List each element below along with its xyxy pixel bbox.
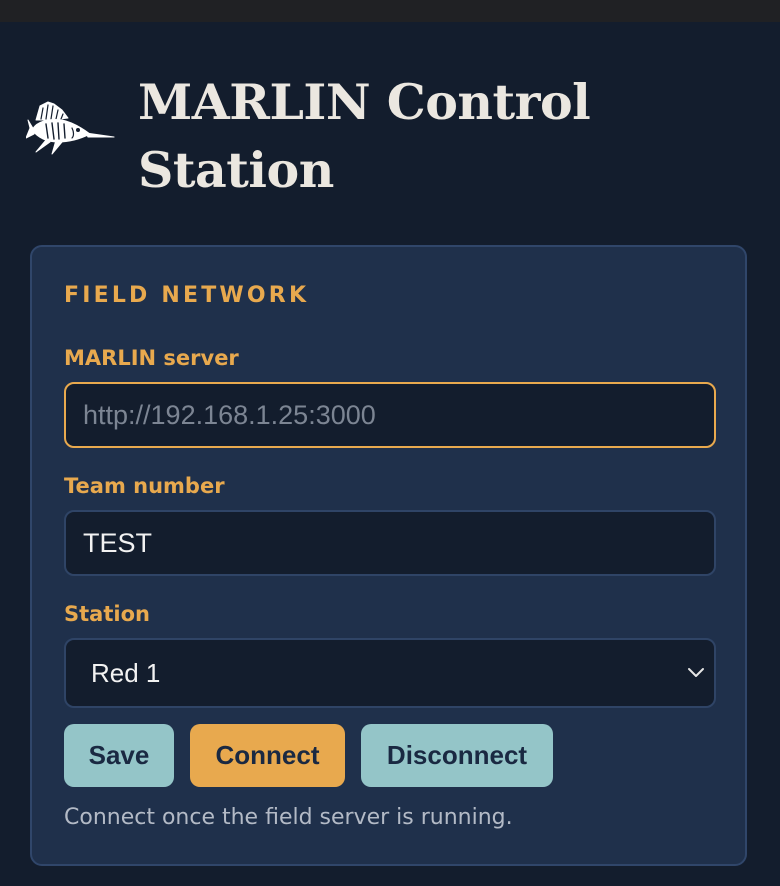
connection-hint: Connect once the field server is running… [64, 805, 513, 830]
marlin-fish-icon [26, 101, 115, 155]
disconnect-button[interactable]: Disconnect [361, 724, 553, 787]
save-button[interactable]: Save [64, 724, 174, 787]
station-selected-value: Red 1 [91, 658, 161, 688]
app-header: MARLIN Control Station [0, 22, 780, 244]
station-select[interactable]: Red 1 [64, 638, 716, 708]
team-number-label: Team number [64, 474, 225, 498]
section-title: FIELD NETWORK [64, 283, 310, 308]
window-top-bar [0, 0, 780, 22]
team-number-input[interactable] [64, 510, 716, 576]
page-title: MARLIN Control Station [138, 73, 591, 199]
server-url-input[interactable] [64, 382, 716, 448]
station-label: Station [64, 602, 150, 626]
server-label: MARLIN server [64, 346, 239, 370]
field-network-panel: FIELD NETWORK MARLIN server Team number … [30, 245, 747, 866]
connect-button[interactable]: Connect [190, 724, 345, 787]
chevron-down-icon [688, 668, 704, 677]
